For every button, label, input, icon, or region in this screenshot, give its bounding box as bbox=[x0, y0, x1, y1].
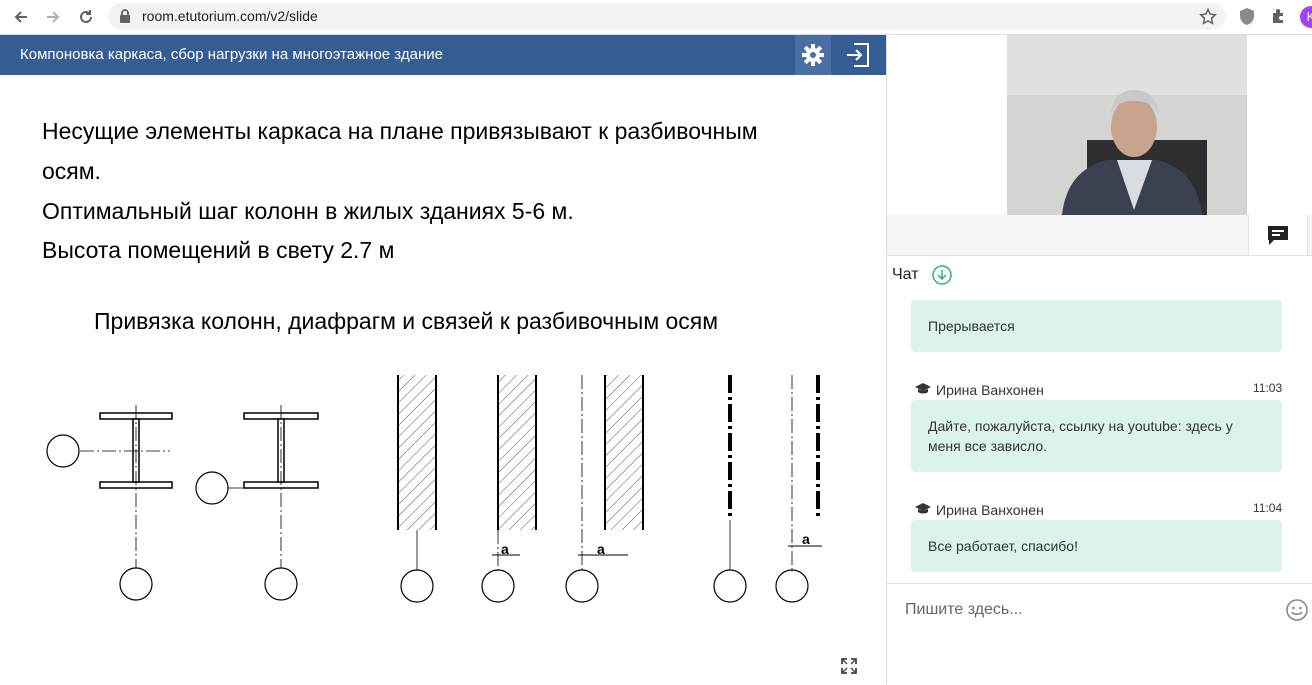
chat-toggle-button[interactable] bbox=[1248, 215, 1308, 255]
column-binding-drawing: a a a bbox=[46, 375, 822, 603]
emoji-icon[interactable] bbox=[1285, 598, 1309, 622]
graduation-cap-icon bbox=[915, 383, 931, 394]
presenter-video-frame bbox=[1007, 35, 1247, 215]
arrow-right-icon bbox=[47, 11, 60, 23]
bracing-2: a bbox=[775, 375, 822, 603]
dimension-label: a bbox=[501, 541, 509, 557]
sign-out-icon bbox=[847, 43, 869, 67]
chat-message: Дайте, пожалуйста, ссылку на youtube: зд… bbox=[911, 400, 1282, 472]
chat-title: Чат bbox=[892, 266, 919, 283]
message-text: Прерывается bbox=[928, 318, 1015, 334]
back-button[interactable] bbox=[8, 4, 34, 30]
message-text: Дайте, пожалуйста, ссылку на youtube: зд… bbox=[928, 418, 1233, 454]
diaphragm-wall-3: a bbox=[565, 375, 644, 603]
message-author: Ирина Ванхонен bbox=[936, 382, 1044, 398]
exit-button[interactable] bbox=[838, 35, 878, 75]
dimension-label: a bbox=[802, 531, 810, 547]
slide-text-line-3: Оптимальный шаг колонн в жилых зданиях 5… bbox=[42, 198, 574, 224]
settings-button[interactable] bbox=[795, 35, 831, 75]
url-text: room.etutorium.com/v2/slide bbox=[142, 8, 318, 24]
arrow-left-icon bbox=[14, 11, 27, 23]
slide-text-line-1: Несущие элементы каркаса на плане привяз… bbox=[42, 118, 758, 144]
message-time: 11:03 bbox=[1253, 381, 1283, 395]
scroll-down-icon[interactable] bbox=[932, 265, 952, 285]
reload-icon bbox=[80, 10, 92, 23]
axis-marker bbox=[119, 567, 153, 601]
puzzle-icon[interactable] bbox=[1270, 7, 1288, 25]
bracing-1 bbox=[713, 375, 747, 603]
gear-icon bbox=[802, 44, 824, 66]
slide-text-line-4: Высота помещений в свету 2.7 м bbox=[42, 237, 395, 263]
star-icon[interactable] bbox=[1199, 8, 1217, 26]
presenter-video bbox=[1007, 35, 1247, 215]
chat-input-area bbox=[887, 583, 1312, 685]
slide-text-line-2: осям. bbox=[42, 158, 101, 184]
chat-input[interactable]: Пишите здесь... bbox=[905, 601, 1023, 619]
shield-icon[interactable] bbox=[1239, 7, 1255, 26]
message-time: 11:04 bbox=[1253, 501, 1283, 515]
forward-button[interactable] bbox=[40, 4, 66, 30]
slide-subtitle: Привязка колонн, диафрагм и связей к раз… bbox=[94, 308, 719, 334]
axis-marker bbox=[264, 567, 298, 601]
chat-message: Все работает, спасибо! bbox=[911, 520, 1282, 572]
reload-button[interactable] bbox=[73, 4, 99, 30]
slide-title: Компоновка каркаса, сбор нагрузки на мно… bbox=[20, 46, 443, 63]
dimension-label: a bbox=[597, 541, 605, 557]
graduation-cap-icon bbox=[915, 503, 931, 514]
message-text: Все работает, спасибо! bbox=[928, 538, 1078, 554]
diaphragm-wall-1 bbox=[397, 375, 437, 603]
chat-message: Прерывается bbox=[911, 300, 1282, 352]
chat-icon bbox=[1268, 226, 1288, 245]
fullscreen-icon[interactable] bbox=[840, 657, 858, 675]
lock-icon bbox=[120, 9, 130, 23]
axis-marker bbox=[195, 471, 229, 505]
message-author: Ирина Ванхонен bbox=[936, 502, 1044, 518]
diaphragm-wall-2: a bbox=[481, 375, 537, 603]
axis-marker bbox=[46, 434, 80, 468]
